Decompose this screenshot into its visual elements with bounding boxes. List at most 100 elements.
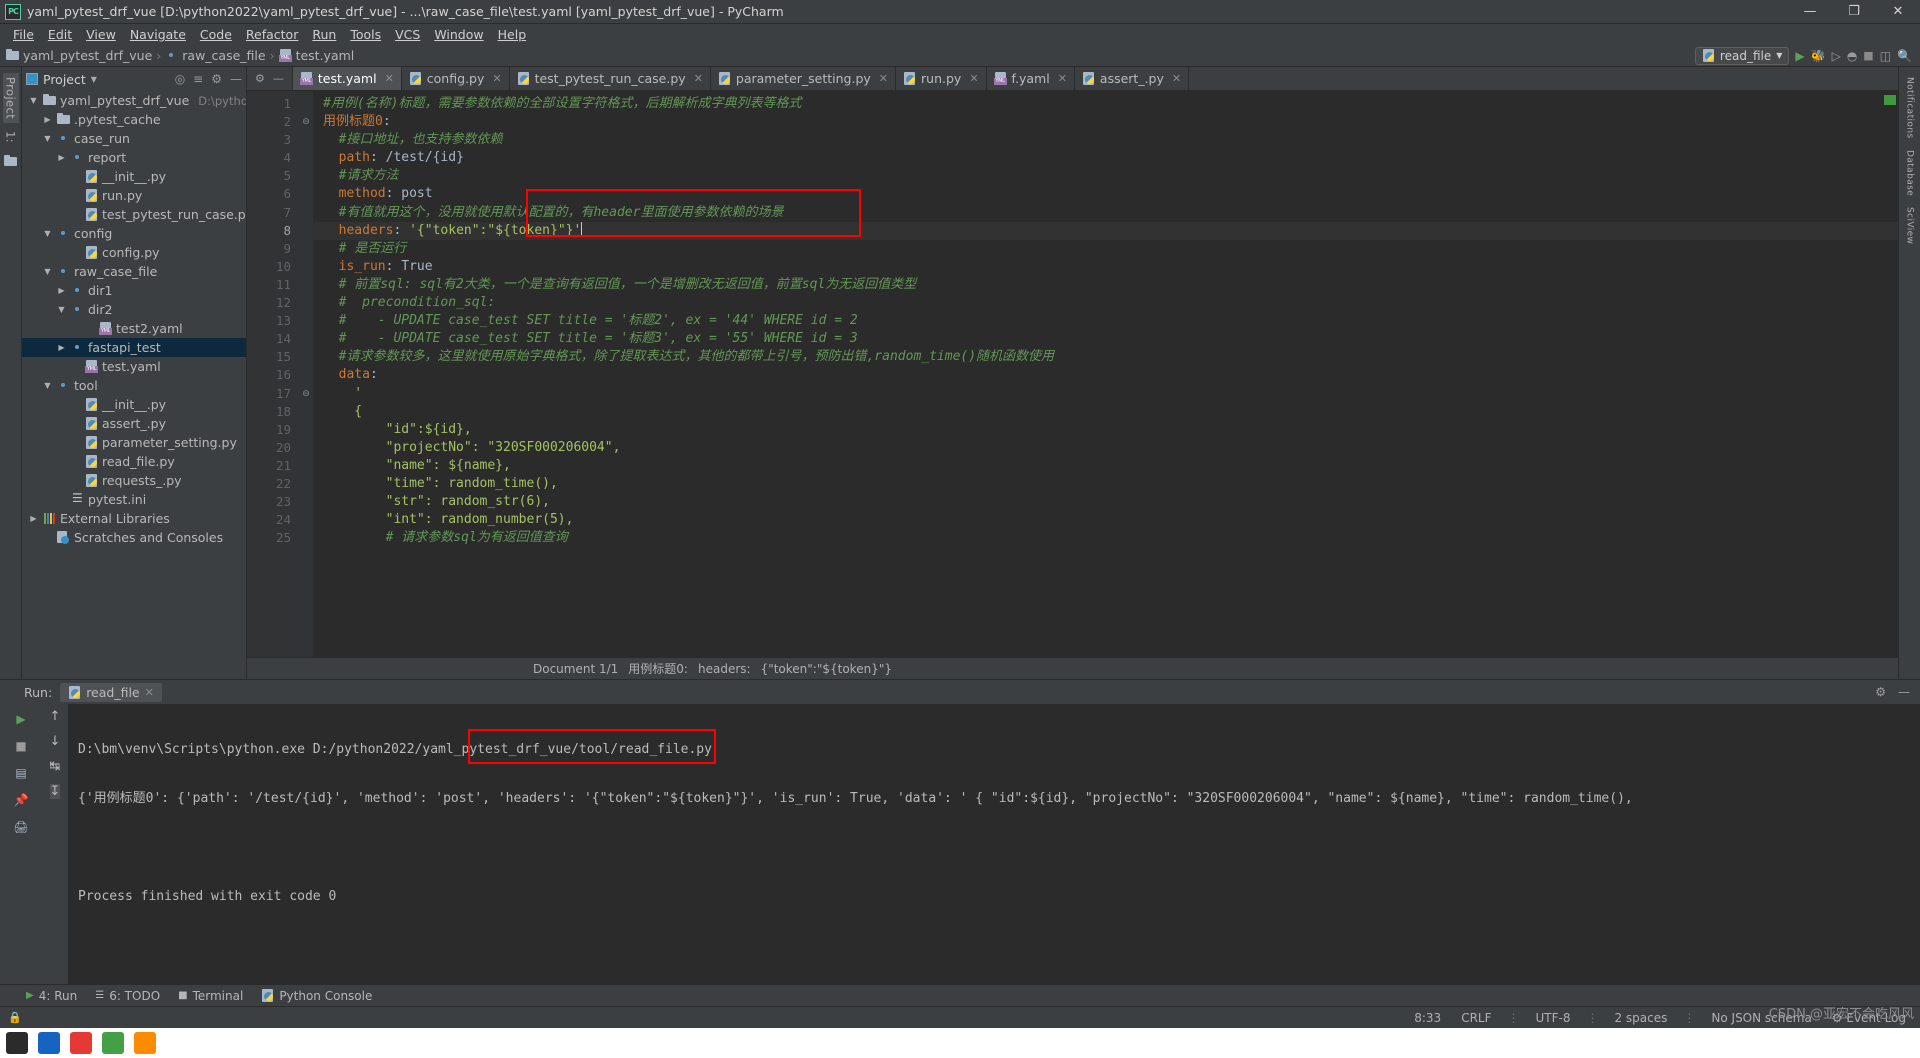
tree-item-assert-py[interactable]: assert_.py <box>22 414 246 433</box>
printer-icon[interactable]: 🖨 <box>10 817 32 837</box>
close-icon[interactable]: ✕ <box>694 72 703 85</box>
scroll-to-end-icon[interactable]: ↧ <box>49 784 61 799</box>
tree-item-dir2[interactable]: ▼ dir2 <box>22 300 246 319</box>
soft-wrap-icon[interactable]: ↹ <box>50 759 61 774</box>
chevron-down-icon[interactable]: ▼ <box>42 134 53 143</box>
tree-item-test-pytest-run-case-py[interactable]: test_pytest_run_case.py <box>22 205 246 224</box>
menu-file[interactable]: File <box>6 25 41 44</box>
rail-tab-structure[interactable]: 1: <box>3 127 19 147</box>
close-icon[interactable]: ✕ <box>492 72 501 85</box>
gear-icon[interactable]: ⚙ <box>211 72 222 86</box>
gear-icon[interactable]: ⚙ <box>1875 685 1886 699</box>
chevron-down-icon[interactable]: ▼ <box>56 305 67 314</box>
tree-item-config[interactable]: ▼ config <box>22 224 246 243</box>
lock-icon[interactable]: 🔒 <box>8 1011 22 1024</box>
chevron-down-icon[interactable]: ▼ <box>42 381 53 390</box>
caret-position[interactable]: 8:33 <box>1410 1011 1445 1025</box>
close-icon[interactable]: ✕ <box>969 72 978 85</box>
tree-item-parameter-setting-py[interactable]: parameter_setting.py <box>22 433 246 452</box>
code-line[interactable]: "int": random_number(5), <box>313 511 1898 529</box>
run-tab-read-file[interactable]: read_file ✕ <box>60 682 162 702</box>
tree-item-config-py[interactable]: config.py <box>22 243 246 262</box>
code-line[interactable]: "str": random_str(6), <box>313 493 1898 511</box>
close-icon[interactable]: ✕ <box>1172 72 1181 85</box>
code-line[interactable]: #请求方法 <box>313 167 1898 185</box>
code-line[interactable]: #用例(名称)标题，需要参数依赖的全部设置字符格式，后期解析成字典列表等格式 <box>313 95 1898 113</box>
close-icon[interactable]: ✕ <box>145 686 154 699</box>
code-line[interactable]: # 前置sql: sql有2大类，一个是查询有返回值，一个是增删改无返回值，前置… <box>313 276 1898 294</box>
tree-item--init-py[interactable]: __init__.py <box>22 395 246 414</box>
project-tree[interactable]: ▼ yaml_pytest_drf_vue D:\python2022\ ▶ .pyte… <box>22 91 246 679</box>
code-line[interactable]: method: post <box>313 185 1898 203</box>
code-line[interactable]: path: /test/{id} <box>313 149 1898 167</box>
rail-tab-notifications[interactable]: Notifications <box>1904 73 1916 143</box>
breadcrumb-headers-key[interactable]: headers: <box>698 662 751 676</box>
editor-tab-config-py[interactable]: config.py ✕ <box>402 67 510 90</box>
rail-tab-database[interactable]: Database <box>1904 146 1916 200</box>
menu-code[interactable]: Code <box>193 25 239 44</box>
code-line[interactable]: { <box>313 403 1898 421</box>
code-folding-gutter[interactable]: ⊖ ⊖ <box>299 91 313 657</box>
code-line[interactable]: ' <box>313 385 1898 403</box>
editor-tab-assert-py[interactable]: assert_.py ✕ <box>1075 67 1190 90</box>
menu-tools[interactable]: Tools <box>343 25 388 44</box>
chevron-right-icon[interactable]: ▶ <box>56 153 67 162</box>
bottom-tab-terminal[interactable]: ■ Terminal <box>178 989 243 1003</box>
bottom-tab-python-console[interactable]: Python Console <box>261 989 372 1003</box>
chevron-down-icon[interactable]: ▼ <box>28 96 39 105</box>
search-icon[interactable]: 🔍 <box>1897 49 1912 63</box>
up-icon[interactable]: ↑ <box>50 709 61 724</box>
code-line[interactable]: # - UPDATE case_test SET title = '标题3', … <box>313 330 1898 348</box>
tree-item-pytest-ini[interactable]: pytest.ini <box>22 490 246 509</box>
inspection-status-icon[interactable] <box>1884 95 1896 105</box>
taskbar-icon-1[interactable] <box>38 1032 60 1054</box>
tree-item-raw-case-file[interactable]: ▼ raw_case_file <box>22 262 246 281</box>
chevron-right-icon[interactable]: ▶ <box>56 286 67 295</box>
code-line[interactable]: #请求参数较多，这里就使用原始字典格式，除了提取表达式，其他的都带上引号，预防出… <box>313 348 1898 366</box>
fold-marker-icon[interactable]: ⊖ <box>299 113 313 131</box>
taskbar-icon-3[interactable] <box>102 1032 124 1054</box>
editor-tab-test-yaml[interactable]: test.yaml ✕ <box>292 67 402 90</box>
target-icon[interactable]: ◎ <box>175 72 185 86</box>
editor-tab-test-pytest-run-case-py[interactable]: test_pytest_run_case.py ✕ <box>510 67 711 90</box>
chevron-down-icon[interactable]: ▼ <box>42 267 53 276</box>
tree-item-tool[interactable]: ▼ tool <box>22 376 246 395</box>
code-content[interactable]: #用例(名称)标题，需要参数依赖的全部设置字符格式，后期解析成字典列表等格式 用例… <box>313 91 1898 657</box>
code-line[interactable]: # - UPDATE case_test SET title = '标题2', … <box>313 312 1898 330</box>
menu-run[interactable]: Run <box>305 25 343 44</box>
breadcrumb-headers-value[interactable]: {"token":"${token}"} <box>761 662 892 676</box>
tree-item-test2-yaml[interactable]: test2.yaml <box>22 319 246 338</box>
tree-item-test-yaml[interactable]: test.yaml <box>22 357 246 376</box>
breadcrumb-item-file[interactable]: test.yaml <box>278 48 354 63</box>
code-line[interactable]: # 请求参数sql为有返回值查询 <box>313 529 1898 547</box>
code-line[interactable]: "name": ${name}, <box>313 457 1898 475</box>
bottom-tab-run[interactable]: ▶ 4: Run <box>26 989 77 1003</box>
close-button[interactable]: ✕ <box>1876 0 1920 24</box>
indent-setting[interactable]: 2 spaces <box>1610 1011 1671 1025</box>
profile-icon[interactable]: ◓ <box>1847 49 1857 63</box>
pin-icon[interactable]: 📌 <box>10 790 32 810</box>
line-separator[interactable]: CRLF <box>1457 1011 1495 1025</box>
tree-item-dir1[interactable]: ▶ dir1 <box>22 281 246 300</box>
code-line[interactable]: "projectNo": "320SF000206004", <box>313 439 1898 457</box>
breadcrumb-item-folder[interactable]: raw_case_file <box>165 48 266 63</box>
taskbar-icon-4[interactable] <box>134 1032 156 1054</box>
bottom-tab-todo[interactable]: ☰ 6: TODO <box>95 989 160 1003</box>
breadcrumb-item-project[interactable]: yaml_pytest_drf_vue <box>6 48 152 63</box>
chevron-right-icon[interactable]: ▶ <box>56 343 67 352</box>
chevron-right-icon[interactable]: ▶ <box>42 115 53 124</box>
hide-icon[interactable]: — <box>1898 685 1910 699</box>
tree-item-scratches-and-consoles[interactable]: Scratches and Consoles <box>22 528 246 547</box>
tree-item-run-py[interactable]: run.py <box>22 186 246 205</box>
menu-navigate[interactable]: Navigate <box>123 25 193 44</box>
tree-item-yaml-pytest-drf-vue[interactable]: ▼ yaml_pytest_drf_vue D:\python2022\ <box>22 91 246 110</box>
rerun-icon[interactable]: ▶ <box>10 709 32 729</box>
print-icon[interactable]: ▤ <box>10 763 32 783</box>
chevron-down-icon[interactable]: ▼ <box>42 229 53 238</box>
minimize-button[interactable]: — <box>1788 0 1832 24</box>
code-line[interactable]: headers: '{"token":"${token}"}' <box>313 221 1898 240</box>
code-line[interactable]: #接口地址，也支持参数依赖 <box>313 131 1898 149</box>
coverage-icon[interactable]: ▷ <box>1832 49 1841 63</box>
code-line[interactable]: # precondition_sql: <box>313 294 1898 312</box>
rail-tab-sciview[interactable]: SciView <box>1904 203 1916 248</box>
